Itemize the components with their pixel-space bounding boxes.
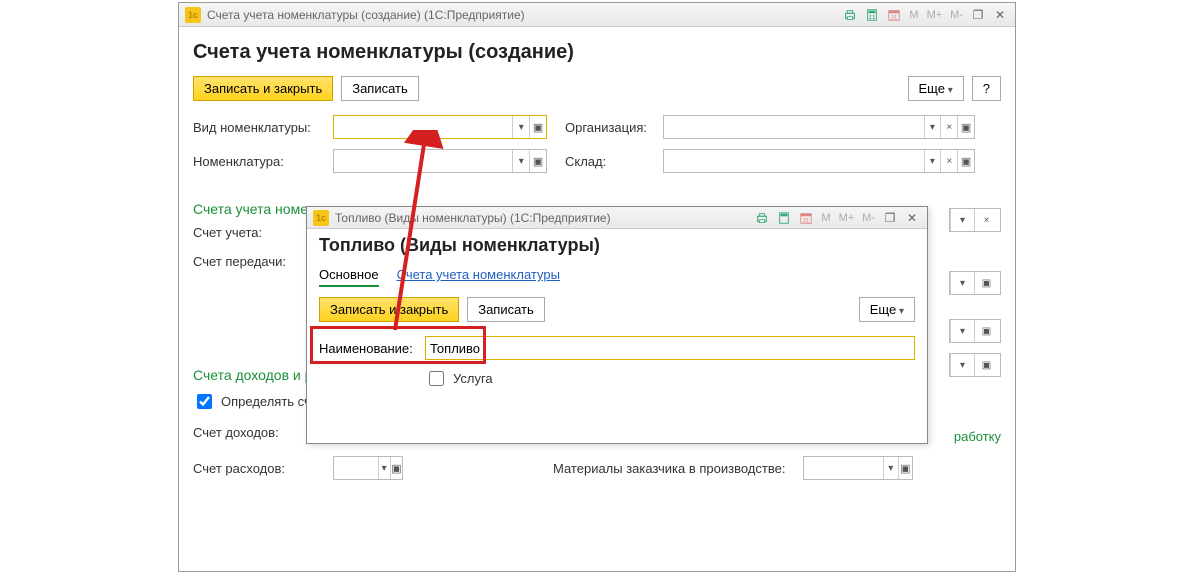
- materials-customer-production-label: Материалы заказчика в производстве:: [553, 461, 803, 476]
- organization-label: Организация:: [565, 120, 663, 135]
- hidden-field-1[interactable]: ▾×: [949, 208, 1001, 232]
- open-icon[interactable]: ▣: [898, 457, 913, 479]
- dropdown-icon[interactable]: ▾: [512, 116, 529, 138]
- clear-icon[interactable]: ×: [940, 116, 957, 138]
- svg-text:31: 31: [803, 217, 810, 224]
- m-button[interactable]: M: [907, 9, 920, 21]
- print-icon[interactable]: [841, 6, 859, 24]
- m-button[interactable]: M: [819, 212, 832, 224]
- sklad-input[interactable]: [664, 150, 924, 172]
- expense-account-label: Счет расходов:: [193, 461, 333, 476]
- annotation-highlight: [310, 326, 486, 364]
- nomenklatura-label: Номенклатура:: [193, 154, 333, 169]
- organization-field[interactable]: ▾ × ▣: [663, 115, 975, 139]
- mplus-button[interactable]: M+: [837, 212, 857, 224]
- save-and-close-button[interactable]: Записать и закрыть: [193, 76, 333, 101]
- sklad-field[interactable]: ▾ × ▣: [663, 149, 975, 173]
- mminus-button[interactable]: M-: [860, 212, 877, 224]
- help-button[interactable]: ?: [972, 76, 1001, 101]
- restore-icon[interactable]: ❐: [881, 209, 899, 227]
- dropdown-icon[interactable]: ▾: [924, 150, 941, 172]
- name-field[interactable]: [425, 336, 915, 360]
- name-input[interactable]: [426, 337, 914, 359]
- save-button[interactable]: Записать: [341, 76, 419, 101]
- open-icon[interactable]: ▣: [390, 457, 402, 479]
- popup-save-and-close-button[interactable]: Записать и закрыть: [319, 297, 459, 322]
- tab-accounts[interactable]: Счета учета номенклатуры: [397, 264, 560, 287]
- dropdown-icon[interactable]: ▾: [924, 116, 941, 138]
- svg-text:31: 31: [891, 14, 898, 21]
- print-icon[interactable]: [753, 209, 771, 227]
- more-button[interactable]: Еще: [908, 76, 964, 101]
- app-logo-icon: 1c: [313, 210, 329, 226]
- popup-save-button[interactable]: Записать: [467, 297, 545, 322]
- restore-icon[interactable]: ❐: [969, 6, 987, 24]
- calculator-icon[interactable]: [775, 209, 793, 227]
- calculator-icon[interactable]: [863, 6, 881, 24]
- mplus-button[interactable]: M+: [925, 9, 945, 21]
- materials-customer-production-field[interactable]: ▾ ▣: [803, 456, 913, 480]
- processing-text-fragment: работку: [954, 429, 1001, 444]
- dropdown-icon[interactable]: ▾: [378, 457, 390, 479]
- hidden-field-2[interactable]: ▾▣: [949, 271, 1001, 295]
- open-icon[interactable]: ▣: [529, 116, 546, 138]
- open-icon[interactable]: ▣: [529, 150, 546, 172]
- organization-input[interactable]: [664, 116, 924, 138]
- dropdown-icon[interactable]: ▾: [883, 457, 898, 479]
- main-titlebar: 1c Счета учета номенклатуры (создание) (…: [179, 3, 1015, 27]
- vid-nomenklatury-label: Вид номенклатуры:: [193, 120, 333, 135]
- expense-account-input[interactable]: [334, 457, 378, 479]
- app-logo-icon: 1c: [185, 7, 201, 23]
- calendar-icon[interactable]: 31: [885, 6, 903, 24]
- popup-title: Топливо (Виды номенклатуры) (1С:Предприя…: [335, 211, 753, 225]
- page-title: Счета учета номенклатуры (создание): [193, 41, 1001, 64]
- close-icon[interactable]: ✕: [903, 209, 921, 227]
- popup-more-button[interactable]: Еще: [859, 297, 915, 322]
- nomenklatura-field[interactable]: ▾ ▣: [333, 149, 547, 173]
- popup-page-title: Топливо (Виды номенклатуры): [319, 235, 915, 256]
- vid-nomenklatury-field[interactable]: ▾ ▣: [333, 115, 547, 139]
- vid-nomenklatury-input[interactable]: [334, 116, 512, 138]
- nomenklatura-input[interactable]: [334, 150, 512, 172]
- auto-accounts-checkbox[interactable]: [197, 394, 212, 409]
- calendar-icon[interactable]: 31: [797, 209, 815, 227]
- service-label: Услуга: [453, 371, 493, 386]
- dropdown-icon[interactable]: ▾: [512, 150, 529, 172]
- popup-tabs: Основное Счета учета номенклатуры: [319, 264, 915, 287]
- main-title: Счета учета номенклатуры (создание) (1С:…: [207, 8, 841, 22]
- service-checkbox[interactable]: [429, 371, 444, 386]
- open-icon[interactable]: ▣: [957, 150, 974, 172]
- tab-main[interactable]: Основное: [319, 264, 379, 287]
- hidden-field-4[interactable]: ▾▣: [949, 353, 1001, 377]
- close-icon[interactable]: ✕: [991, 6, 1009, 24]
- expense-account-field[interactable]: ▾ ▣: [333, 456, 403, 480]
- main-toolbar: Записать и закрыть Записать Еще ?: [193, 76, 1001, 101]
- materials-customer-production-input[interactable]: [804, 457, 883, 479]
- open-icon[interactable]: ▣: [957, 116, 974, 138]
- hidden-field-3[interactable]: ▾▣: [949, 319, 1001, 343]
- clear-icon[interactable]: ×: [940, 150, 957, 172]
- mminus-button[interactable]: M-: [948, 9, 965, 21]
- sklad-label: Склад:: [565, 154, 663, 169]
- popup-window: 1c Топливо (Виды номенклатуры) (1С:Предп…: [306, 206, 928, 444]
- popup-titlebar: 1c Топливо (Виды номенклатуры) (1С:Предп…: [307, 207, 927, 229]
